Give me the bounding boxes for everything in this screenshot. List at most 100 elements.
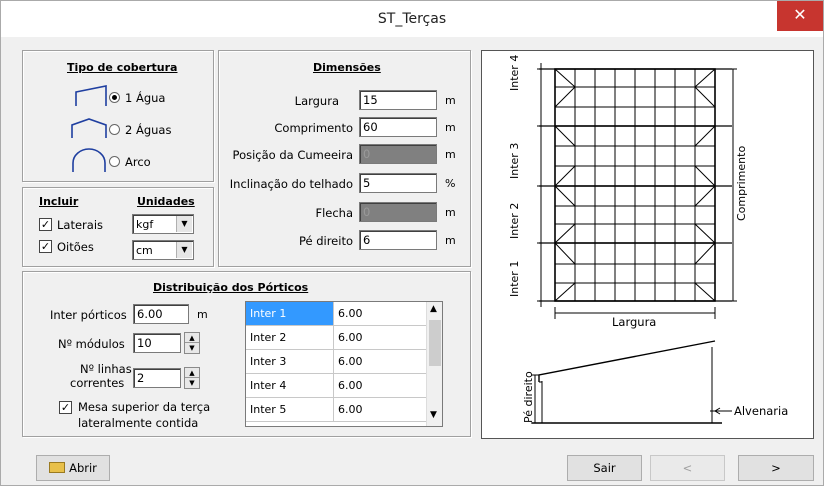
roof-type-heading: Tipo de cobertura <box>67 61 178 74</box>
roof-type-panel: Tipo de cobertura 1 Água 2 Águas Arco <box>22 50 214 182</box>
laterais-checkbox[interactable]: ✓ <box>39 218 52 231</box>
inter-name-cell[interactable]: Inter 2 <box>246 326 334 349</box>
table-row[interactable]: Inter 5 6.00 <box>246 398 426 422</box>
spin-down-icon[interactable]: ▼ <box>185 343 199 353</box>
inter-name-cell[interactable]: Inter 5 <box>246 398 334 421</box>
inter-value-cell[interactable]: 6.00 <box>334 302 426 325</box>
inter-1-label: Inter 1 <box>508 260 521 297</box>
largura-dim-label: Largura <box>612 315 657 329</box>
comprimento-label: Comprimento <box>274 121 353 135</box>
linhas-input[interactable]: 2 <box>133 368 181 388</box>
roof-arco-label[interactable]: Arco <box>125 155 151 169</box>
linhas-spinner[interactable]: ▲ ▼ <box>184 367 200 389</box>
folder-open-icon <box>49 462 66 473</box>
window-title: ST_Terças <box>377 11 447 27</box>
pe-direito-label: Pé direito <box>298 234 353 248</box>
spin-up-icon[interactable]: ▲ <box>185 333 199 343</box>
one-slope-roof-icon <box>75 85 107 106</box>
inter-value-cell[interactable]: 6.00 <box>334 350 426 373</box>
inter-value-cell[interactable]: 6.00 <box>334 326 426 349</box>
include-units-panel: Incluir Unidades ✓ Laterais ✓ Oitões kgf… <box>22 187 214 267</box>
laterais-label[interactable]: Laterais <box>57 218 103 232</box>
inter-value-cell[interactable]: 6.00 <box>334 374 426 397</box>
pe-direito-input[interactable]: 6 <box>359 230 437 250</box>
inter-name-cell[interactable]: Inter 3 <box>246 350 334 373</box>
table-row[interactable]: Inter 1 6.00 <box>246 302 426 326</box>
inter-porticos-unit: m <box>197 308 208 321</box>
chevron-down-icon[interactable]: ▼ <box>176 216 192 232</box>
inter-name-cell[interactable]: Inter 4 <box>246 374 334 397</box>
abrir-label: Abrir <box>69 461 97 475</box>
length-unit-value: cm <box>136 244 153 257</box>
comprimento-input[interactable]: 60 <box>359 117 437 137</box>
table-scrollbar[interactable]: ▲ ▼ <box>426 302 442 426</box>
inter-porticos-input[interactable]: 6.00 <box>133 304 189 324</box>
roof-1-agua-label[interactable]: 1 Água <box>125 91 165 105</box>
dimensions-panel: Dimensões Largura 15 m Comprimento 60 m … <box>218 50 471 267</box>
largura-label: Largura <box>294 94 339 108</box>
inter-3-label: Inter 3 <box>508 142 521 179</box>
chevron-down-icon[interactable]: ▼ <box>176 242 192 258</box>
structure-drawing: Inter 4 Inter 3 Inter 2 Inter 1 Comprime… <box>481 50 814 439</box>
flecha-unit: m <box>445 206 456 219</box>
posicao-cumeeira-unit: m <box>445 148 456 161</box>
inter-table[interactable]: Inter 1 6.00 Inter 2 6.00 Inter 3 6.00 I… <box>245 301 443 427</box>
inter-2-label: Inter 2 <box>508 202 521 239</box>
roof-2-aguas-label[interactable]: 2 Águas <box>125 123 171 137</box>
flecha-input: 0 <box>359 202 437 222</box>
force-unit-select[interactable]: kgf ▼ <box>132 214 194 234</box>
dialog-window: ST_Terças ✕ Tipo de cobertura 1 Água 2 Á… <box>0 0 824 486</box>
inclinacao-input[interactable]: 5 <box>359 173 437 193</box>
inter-porticos-label: Inter pórticos <box>50 308 127 322</box>
inter-name-cell[interactable]: Inter 1 <box>246 302 334 325</box>
title-bar[interactable]: ST_Terças ✕ <box>1 1 823 37</box>
posicao-cumeeira-input: 0 <box>359 144 437 164</box>
dimensions-heading: Dimensões <box>313 61 381 74</box>
modulos-label: Nº módulos <box>58 337 125 351</box>
sair-button[interactable]: Sair <box>567 455 642 481</box>
modulos-input[interactable]: 10 <box>133 333 181 353</box>
spin-down-icon[interactable]: ▼ <box>185 378 199 388</box>
posicao-cumeeira-label: Posição da Cumeeira <box>232 148 353 162</box>
mesa-superior-label-1[interactable]: Mesa superior da terça <box>78 400 210 414</box>
comprimento-unit: m <box>445 121 456 134</box>
pe-direito-dim-label: Pé direito <box>522 371 535 423</box>
comprimento-label: Comprimento <box>735 145 748 221</box>
largura-input[interactable]: 15 <box>359 90 437 110</box>
table-row[interactable]: Inter 4 6.00 <box>246 374 426 398</box>
scroll-up-icon[interactable]: ▲ <box>430 304 437 314</box>
arch-roof-icon <box>72 148 106 172</box>
include-heading: Incluir <box>39 195 79 208</box>
spin-up-icon[interactable]: ▲ <box>185 368 199 378</box>
linhas-label-1: Nº linhas <box>80 362 132 376</box>
units-heading: Unidades <box>137 195 195 208</box>
two-slope-roof-icon <box>71 118 107 138</box>
table-row[interactable]: Inter 3 6.00 <box>246 350 426 374</box>
close-button[interactable]: ✕ <box>777 1 823 31</box>
porticos-heading: Distribuição dos Pórticos <box>153 281 309 294</box>
linhas-label-2: correntes <box>70 376 125 390</box>
modulos-spinner[interactable]: ▲ ▼ <box>184 332 200 354</box>
inclinacao-unit: % <box>445 177 456 190</box>
flecha-label: Flecha <box>315 206 353 220</box>
pe-direito-unit: m <box>445 234 456 247</box>
scroll-down-icon[interactable]: ▼ <box>430 410 437 420</box>
previous-button[interactable]: < <box>650 455 725 481</box>
inter-value-cell[interactable]: 6.00 <box>334 398 426 421</box>
mesa-superior-checkbox[interactable]: ✓ <box>59 401 72 414</box>
inter-4-label: Inter 4 <box>508 54 521 91</box>
mesa-superior-label-2[interactable]: lateralmente contida <box>78 416 198 430</box>
roof-2-aguas-radio[interactable] <box>109 124 120 135</box>
largura-unit: m <box>445 94 456 107</box>
oitoes-checkbox[interactable]: ✓ <box>39 240 52 253</box>
oitoes-label[interactable]: Oitões <box>57 240 94 254</box>
roof-1-agua-radio[interactable] <box>109 92 120 103</box>
inclinacao-label: Inclinação do telhado <box>229 177 353 191</box>
abrir-button[interactable]: Abrir <box>36 455 110 481</box>
scroll-thumb[interactable] <box>429 320 441 366</box>
alvenaria-label: Alvenaria <box>734 404 789 418</box>
next-button[interactable]: > <box>738 455 814 481</box>
table-row[interactable]: Inter 2 6.00 <box>246 326 426 350</box>
roof-arco-radio[interactable] <box>109 156 120 167</box>
length-unit-select[interactable]: cm ▼ <box>132 240 194 260</box>
